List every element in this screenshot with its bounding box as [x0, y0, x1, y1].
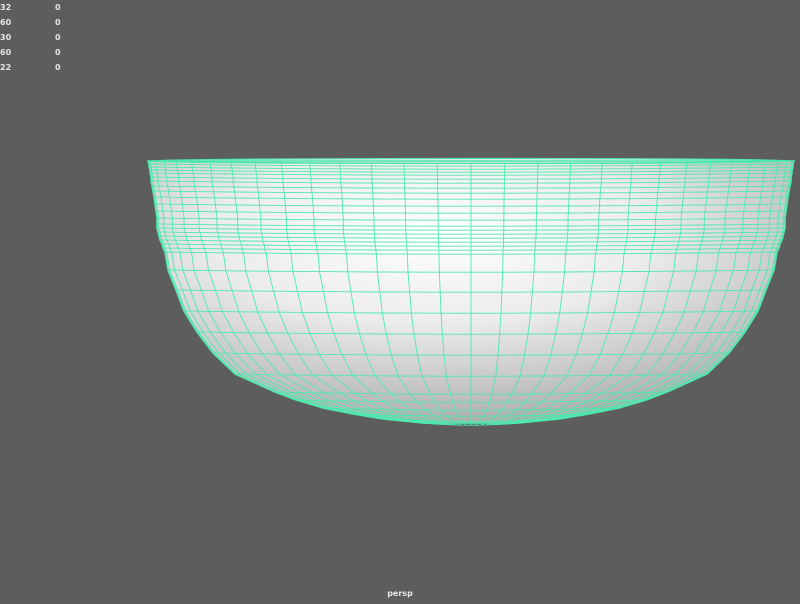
hud-selected: 0	[55, 33, 61, 42]
hud-count: 32	[0, 3, 12, 12]
hud-row: 30 0	[0, 30, 120, 45]
hud-row: 60 0	[0, 45, 120, 60]
hud-count: 22	[0, 63, 12, 72]
hud-selected: 0	[55, 18, 61, 27]
viewport-panel[interactable]	[0, 0, 800, 600]
hud-row: 22 0	[0, 60, 120, 75]
hud-count: 30	[0, 33, 12, 42]
hud-count: 60	[0, 18, 12, 27]
hud-count: 60	[0, 48, 12, 57]
hud-row: 32 0	[0, 0, 120, 15]
camera-label: persp	[387, 589, 413, 598]
hud-selected: 0	[55, 48, 61, 57]
poly-count-hud: 32 0 60 0 30 0 60 0 22 0	[0, 0, 120, 75]
hud-selected: 0	[55, 63, 61, 72]
hud-selected: 0	[55, 3, 61, 12]
bowl-mesh[interactable]	[0, 0, 800, 600]
hud-row: 60 0	[0, 15, 120, 30]
